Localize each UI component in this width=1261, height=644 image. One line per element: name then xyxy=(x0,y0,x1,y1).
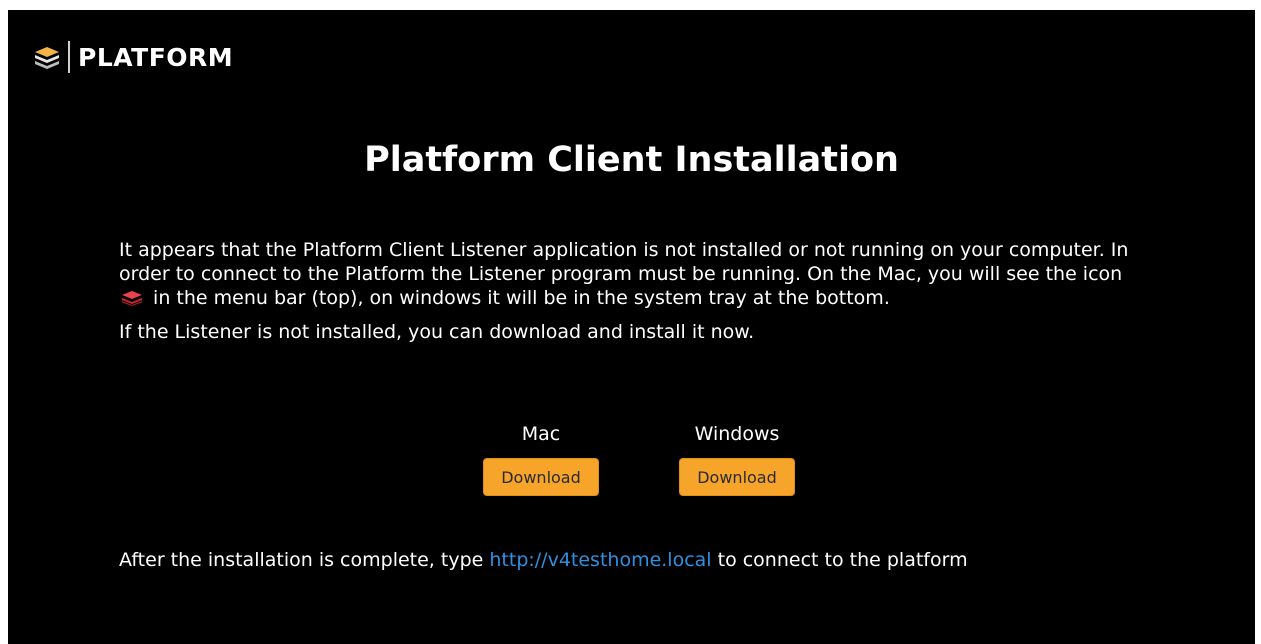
intro-paragraph: It appears that the Platform Client List… xyxy=(119,238,1129,310)
brand-logo[interactable]: PLATFORM xyxy=(34,40,233,74)
page-title: Platform Client Installation xyxy=(364,140,899,180)
install-prompt: If the Listener is not installed, you ca… xyxy=(119,321,755,343)
brand-name: PLATFORM xyxy=(78,42,234,72)
post-install-instructions: After the installation is complete, type… xyxy=(119,548,968,572)
listener-menu-icon xyxy=(122,291,142,306)
download-mac: Mac Download xyxy=(482,422,600,496)
footer-prefix: After the installation is complete, type xyxy=(119,549,484,571)
download-section: Mac Download Windows Download xyxy=(482,422,796,496)
download-windows: Windows Download xyxy=(678,422,796,496)
intro-content: It appears that the Platform Client List… xyxy=(119,238,1129,354)
platform-url-link[interactable]: http://v4testhome.local xyxy=(489,549,711,571)
windows-label: Windows xyxy=(694,423,780,445)
intro-text-start: It appears that the Platform Client List… xyxy=(119,239,1129,285)
stacked-layers-icon xyxy=(35,47,59,69)
footer-suffix: to connect to the platform xyxy=(717,549,968,571)
windows-download-button[interactable]: Download xyxy=(679,458,795,496)
mac-label: Mac xyxy=(521,423,561,445)
brand-divider xyxy=(68,41,70,73)
intro-text-end: in the menu bar (top), on windows it wil… xyxy=(153,287,890,309)
page-frame: PLATFORM Platform Client Installation It… xyxy=(8,10,1255,644)
mac-download-button[interactable]: Download xyxy=(483,458,599,496)
